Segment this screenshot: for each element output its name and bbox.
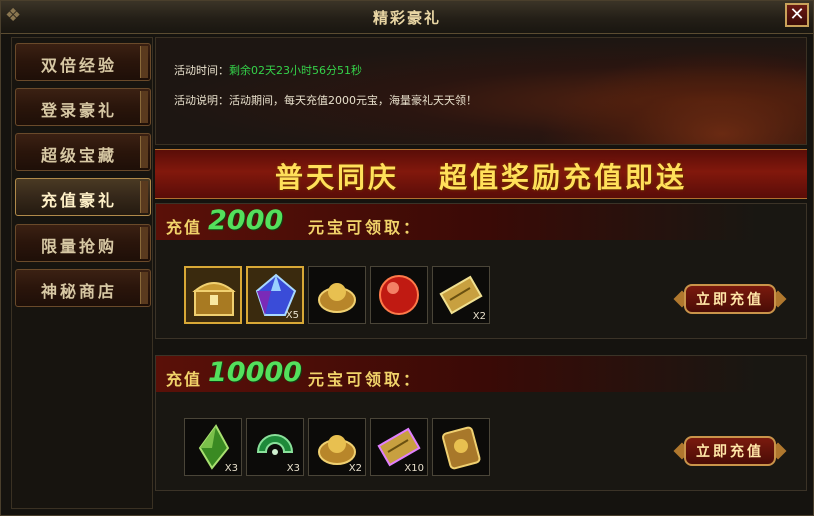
reward-item[interactable]	[308, 266, 366, 324]
item-count: X10	[404, 463, 424, 474]
recharge-button-label: 立即充值	[696, 444, 764, 460]
event-time-label: 活动时间：	[174, 64, 229, 77]
sidebar-item-login-gift[interactable]: 登录豪礼	[15, 88, 151, 126]
reward-item[interactable]: X10	[370, 418, 428, 476]
event-countdown: 剩余02天23小时56分51秒	[229, 64, 362, 77]
item-count: X2	[472, 311, 486, 322]
item-count: X5	[285, 310, 299, 321]
slogan-banner: 普天同庆 超值奖励充值即送	[155, 149, 807, 199]
sidebar-item-label: 超级宝藏	[40, 146, 117, 165]
item-count: X2	[348, 463, 362, 474]
sidebar: 双倍经验 登录豪礼 超级宝藏 充值豪礼 限量抢购 神秘商店	[11, 37, 153, 509]
sidebar-item-limited-sale[interactable]: 限量抢购	[15, 224, 151, 262]
event-time-line: 活动时间：剩余02天23小时56分51秒	[174, 62, 362, 78]
sidebar-item-recharge-gift[interactable]: 充值豪礼	[15, 178, 151, 216]
sidebar-item-super-treasure[interactable]: 超级宝藏	[15, 133, 151, 171]
reward-item[interactable]: X5	[246, 266, 304, 324]
reward-item[interactable]: X2	[432, 266, 490, 324]
reward-item[interactable]	[184, 266, 242, 324]
treasure-chest-icon	[192, 282, 236, 316]
recharge-button[interactable]: 立即充值	[673, 284, 787, 314]
close-button[interactable]: ✕	[785, 3, 809, 27]
tier-suffix: 元宝可领取：	[308, 218, 423, 237]
reward-item[interactable]: X3	[246, 418, 304, 476]
tab-stud-icon	[140, 46, 148, 78]
item-count: X3	[224, 463, 238, 474]
sidebar-item-label: 限量抢购	[40, 237, 117, 256]
slogan-right: 超值奖励充值即送	[439, 161, 688, 194]
event-desc-label: 活动说明：	[174, 94, 229, 107]
tier-amount: 2000	[208, 205, 284, 236]
slogan-left: 普天同庆	[274, 161, 399, 194]
gold-ingot-icon	[318, 283, 356, 313]
sidebar-item-double-exp[interactable]: 双倍经验	[15, 43, 151, 81]
window-title: 精彩豪礼	[372, 9, 441, 27]
red-orb-icon	[379, 275, 419, 315]
tier-suffix: 元宝可领取：	[308, 370, 423, 389]
reward-item[interactable]	[432, 418, 490, 476]
sidebar-item-label: 充值豪礼	[40, 191, 117, 210]
reward-item[interactable]: X3	[184, 418, 242, 476]
reward-tier-10000: 充值 10000 元宝可领取： X3 X3 X2 X10 立即充值	[155, 355, 807, 491]
tier-prefix: 充值	[166, 218, 203, 237]
tab-stud-icon	[140, 136, 148, 168]
item-count: X3	[286, 463, 300, 474]
landscape-art	[526, 44, 806, 144]
slogan-text: 普天同庆 超值奖励充值即送	[155, 156, 807, 196]
reward-window: ❖ 精彩豪礼 ✕ 双倍经验 登录豪礼 超级宝藏 充值豪礼 限量抢购 神秘商店 活…	[0, 0, 814, 516]
sidebar-item-label: 双倍经验	[40, 56, 117, 75]
tab-stud-icon	[140, 227, 148, 259]
sidebar-item-label: 神秘商店	[40, 282, 117, 301]
reward-tier-2000: 充值 2000 元宝可领取： X5 X2 立即充值	[155, 203, 807, 339]
event-desc-text: 活动期间，每天充值2000元宝，海量豪礼天天领！	[229, 94, 477, 107]
gold-plaque-icon	[442, 426, 481, 470]
tier-prefix: 充值	[166, 370, 203, 389]
event-banner: 活动时间：剩余02天23小时56分51秒 活动说明：活动期间，每天充值2000元…	[155, 37, 807, 145]
title-bar: ❖ 精彩豪礼 ✕	[1, 1, 813, 34]
event-desc-line: 活动说明：活动期间，每天充值2000元宝，海量豪礼天天领！	[174, 92, 477, 108]
tab-stud-icon	[140, 91, 148, 123]
sidebar-item-mystery-shop[interactable]: 神秘商店	[15, 269, 151, 307]
reward-item[interactable]	[370, 266, 428, 324]
tier-amount: 10000	[208, 357, 302, 388]
recharge-button-label: 立即充值	[696, 292, 764, 308]
reward-item[interactable]: X2	[308, 418, 366, 476]
tab-stud-icon	[140, 272, 148, 304]
recharge-button[interactable]: 立即充值	[673, 436, 787, 466]
sidebar-item-label: 登录豪礼	[40, 101, 117, 120]
tab-stud-icon	[140, 181, 148, 213]
main-panel: 活动时间：剩余02天23小时56分51秒 活动说明：活动期间，每天充值2000元…	[155, 37, 807, 509]
